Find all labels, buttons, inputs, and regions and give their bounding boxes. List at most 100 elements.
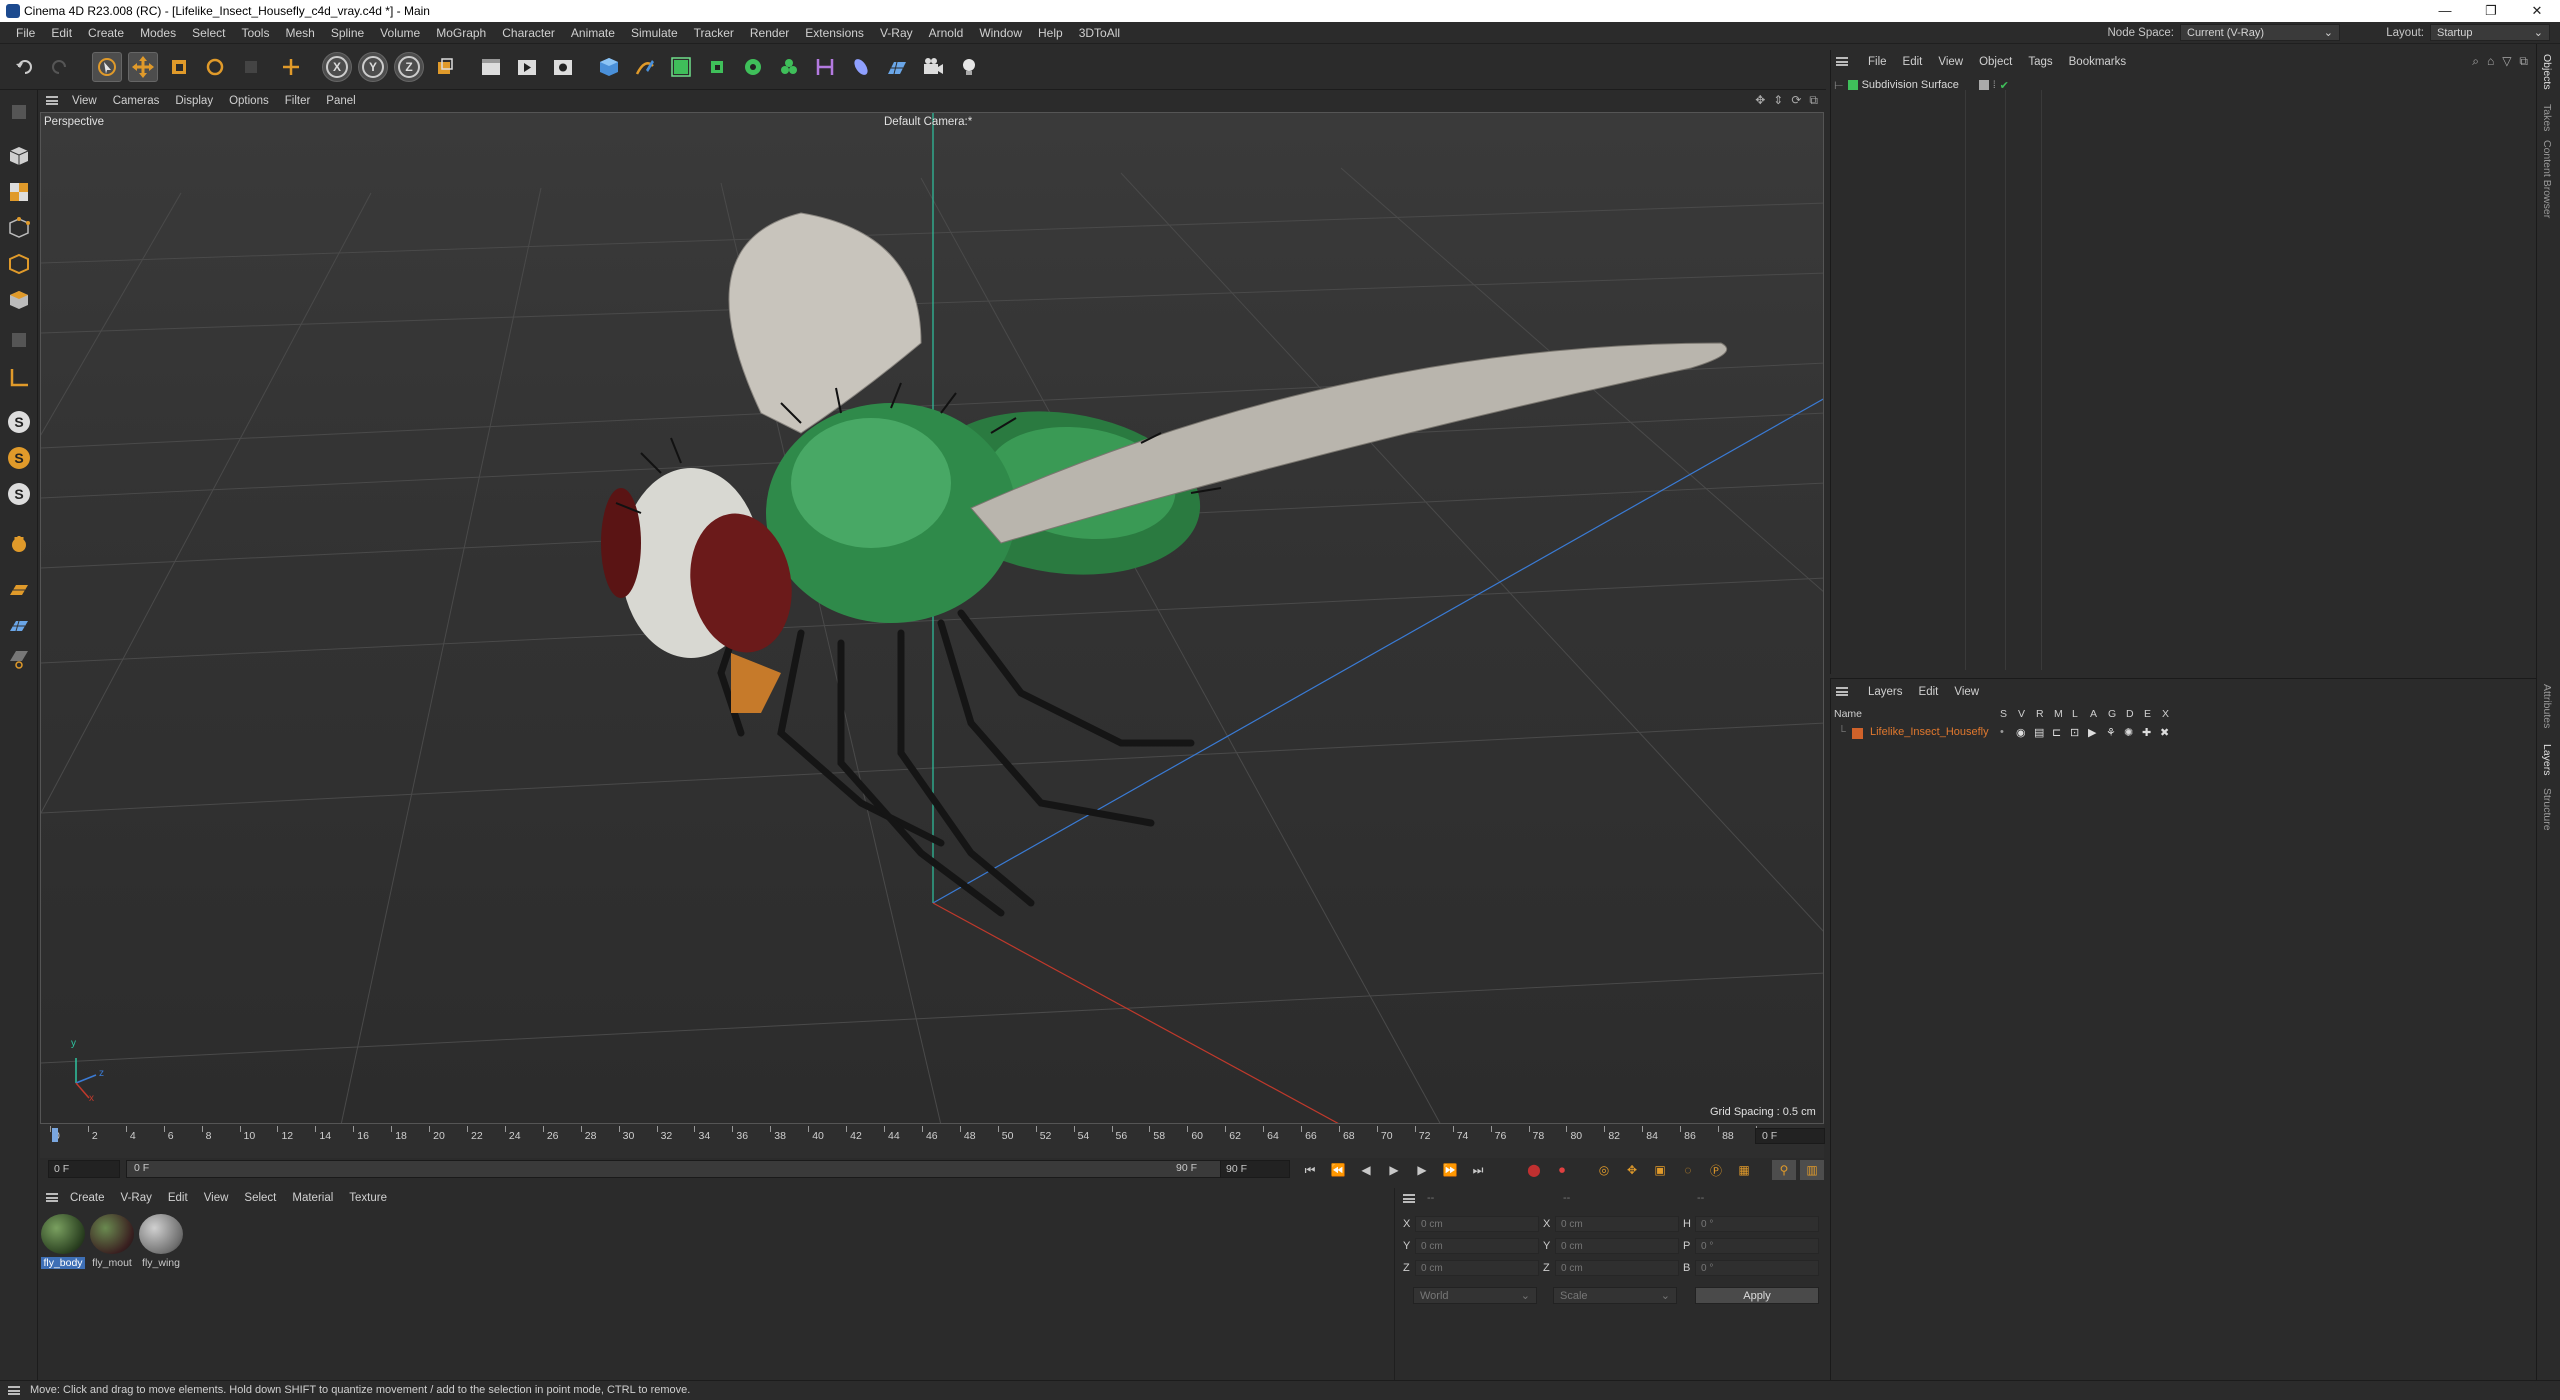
viewport-menu-options[interactable]: Options — [221, 95, 277, 107]
make-editable-button[interactable] — [4, 98, 34, 126]
motion-mode-button[interactable]: ⚲ — [1772, 1160, 1796, 1180]
rotate-view-icon[interactable]: ⟳ — [1791, 93, 1801, 108]
material-menu-select[interactable]: Select — [236, 1192, 284, 1204]
timeline-ruler[interactable]: 0246810121416182022242628303234363840424… — [50, 1126, 1772, 1146]
floor-button[interactable] — [882, 52, 912, 82]
expression-icon[interactable]: ✚ — [2142, 726, 2151, 739]
menu-render[interactable]: Render — [742, 26, 797, 40]
key-scale-button[interactable]: ▣ — [1648, 1160, 1672, 1180]
rot-p-field[interactable]: 0 ° — [1695, 1238, 1819, 1254]
mograph-button[interactable] — [774, 52, 804, 82]
x-axis-lock-button[interactable]: X — [322, 52, 352, 82]
menu-select[interactable]: Select — [184, 26, 233, 40]
view-eye-icon[interactable]: ◉ — [2016, 726, 2026, 739]
key-position-button[interactable]: ✥ — [1620, 1160, 1644, 1180]
node-space-dropdown[interactable]: Current (V-Ray) ⌄ — [2180, 24, 2340, 41]
recent-tool-button[interactable] — [236, 52, 266, 82]
pos-y-field[interactable]: 0 cm — [1415, 1238, 1539, 1254]
status-hamburger-icon[interactable] — [8, 1386, 20, 1395]
material-menu-material[interactable]: Material — [284, 1192, 341, 1204]
camera-label[interactable]: Default Camera:* — [884, 116, 972, 128]
menu-arnold[interactable]: Arnold — [921, 26, 972, 40]
new-window-icon[interactable]: ⧉ — [2519, 54, 2528, 69]
subdivision-surface-button[interactable] — [666, 52, 696, 82]
tab-objects[interactable]: Objects — [2541, 54, 2553, 90]
layers-menu-edit[interactable]: Edit — [1911, 686, 1947, 698]
generator-icon[interactable]: ⚘ — [2106, 726, 2116, 739]
filter-icon[interactable]: ▽ — [2502, 54, 2511, 69]
viewport-hamburger-icon[interactable] — [46, 96, 58, 105]
prev-frame-button[interactable]: ◀ — [1354, 1160, 1378, 1180]
dolly-view-icon[interactable]: ⇕ — [1773, 93, 1783, 108]
material-menu-vray[interactable]: V-Ray — [113, 1192, 160, 1204]
object-menu-edit[interactable]: Edit — [1895, 56, 1931, 68]
timeline-mode-button[interactable]: ▥ — [1800, 1160, 1824, 1180]
material-item[interactable]: fly_wing — [139, 1214, 183, 1269]
points-mode-button[interactable] — [4, 214, 34, 242]
menu-volume[interactable]: Volume — [372, 26, 428, 40]
deformer-button[interactable] — [810, 52, 840, 82]
axis-mode-button[interactable] — [4, 364, 34, 392]
material-item[interactable]: fly_mout — [90, 1214, 134, 1269]
polygons-mode-button[interactable] — [4, 286, 34, 314]
menu-edit[interactable]: Edit — [43, 26, 80, 40]
material-item[interactable]: fly_body — [41, 1214, 85, 1269]
end-frame-field[interactable]: 90 F — [1220, 1160, 1290, 1178]
tab-attributes[interactable]: Attributes — [2541, 684, 2553, 728]
move-tool-button[interactable] — [128, 52, 158, 82]
auto-key-button[interactable]: ⏺ — [1550, 1160, 1574, 1180]
object-menu-view[interactable]: View — [1930, 56, 1971, 68]
z-axis-lock-button[interactable]: Z — [394, 52, 424, 82]
object-menu-file[interactable]: File — [1860, 56, 1895, 68]
locked-workplane-button[interactable] — [4, 612, 34, 640]
material-menu-texture[interactable]: Texture — [341, 1192, 395, 1204]
play-button[interactable]: ▶ — [1382, 1160, 1406, 1180]
model-mode-button[interactable] — [4, 142, 34, 170]
uv-mode-button[interactable] — [4, 326, 34, 354]
search-icon[interactable]: ⌕ — [2472, 54, 2479, 69]
redo-button[interactable] — [44, 52, 74, 82]
pen-spline-button[interactable] — [630, 52, 660, 82]
record-button[interactable]: ⬤ — [1522, 1160, 1546, 1180]
tab-structure[interactable]: Structure — [2541, 788, 2553, 831]
material-menu-edit[interactable]: Edit — [160, 1192, 196, 1204]
lock-icon[interactable]: ⊡ — [2070, 726, 2079, 739]
pan-view-icon[interactable]: ✥ — [1755, 93, 1765, 108]
tab-content-browser[interactable]: Content Browser — [2541, 140, 2553, 218]
menu-tracker[interactable]: Tracker — [686, 26, 742, 40]
xref-icon[interactable]: ✖ — [2160, 726, 2169, 739]
next-frame-button[interactable]: ▶ — [1410, 1160, 1434, 1180]
menu-help[interactable]: Help — [1030, 26, 1071, 40]
expand-icon[interactable]: ⊢ — [1834, 79, 1844, 92]
render-visibility-icon[interactable]: ⁞ — [1993, 80, 1996, 91]
viewport-menu-filter[interactable]: Filter — [277, 95, 319, 107]
render-view-button[interactable] — [512, 52, 542, 82]
rot-b-field[interactable]: 0 ° — [1695, 1260, 1819, 1276]
housefly-model[interactable] — [601, 212, 1728, 917]
size-y-field[interactable]: 0 cm — [1555, 1238, 1679, 1254]
menu-mograph[interactable]: MoGraph — [428, 26, 494, 40]
layers-hamburger-icon[interactable] — [1836, 687, 1848, 696]
scale-tool-button[interactable] — [164, 52, 194, 82]
viewport-menu-display[interactable]: Display — [167, 95, 221, 107]
close-button[interactable]: ✕ — [2514, 0, 2560, 22]
material-menu-view[interactable]: View — [196, 1192, 237, 1204]
menu-spline[interactable]: Spline — [323, 26, 372, 40]
render-settings-button[interactable] — [548, 52, 578, 82]
layer-row[interactable]: └ Lifelike_Insect_Housefly • ◉ ▤ ⊏ ⊡ ▶ ⚘… — [1834, 726, 2534, 742]
pos-z-field[interactable]: 0 cm — [1415, 1260, 1539, 1276]
add-tool-button[interactable] — [276, 52, 306, 82]
go-to-end-button[interactable]: ⏭ — [1466, 1160, 1490, 1180]
key-selection-button[interactable]: ◎ — [1592, 1160, 1616, 1180]
cube-button[interactable] — [594, 52, 624, 82]
tab-takes[interactable]: Takes — [2541, 104, 2553, 131]
field-button[interactable] — [846, 52, 876, 82]
menu-extensions[interactable]: Extensions — [797, 26, 872, 40]
restore-button[interactable]: ❐ — [2468, 0, 2514, 22]
viewport-menu-cameras[interactable]: Cameras — [105, 95, 168, 107]
key-pla-button[interactable]: ▦ — [1732, 1160, 1756, 1180]
object-menu-bookmarks[interactable]: Bookmarks — [2061, 56, 2135, 68]
snap-settings-button[interactable]: S — [4, 444, 34, 472]
object-row[interactable]: ⊢ Subdivision Surface ⁞ ✔ — [1834, 77, 2009, 93]
enabled-check-icon[interactable]: ✔ — [2000, 79, 2009, 92]
